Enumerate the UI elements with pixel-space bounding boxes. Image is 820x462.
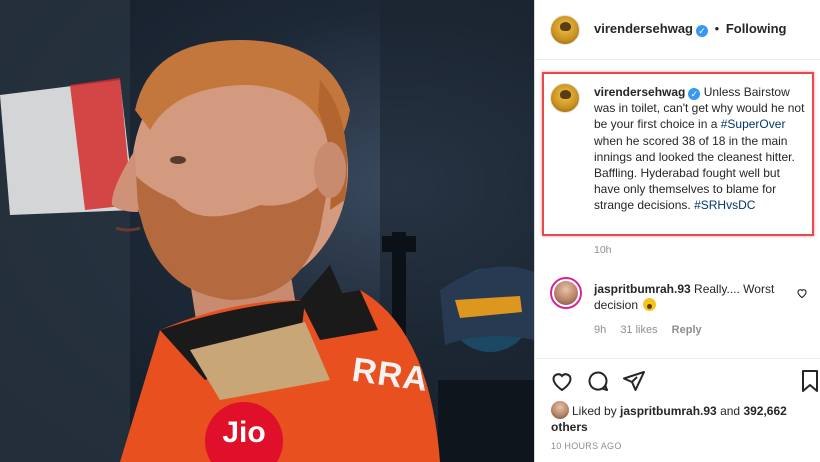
- post-photo: RRA Jio: [0, 0, 534, 462]
- liker-avatar[interactable]: [551, 401, 569, 419]
- bookmark-icon[interactable]: [800, 369, 820, 393]
- instagram-post-panel: virendersehwag ✓ • Following virendersehw…: [534, 0, 820, 462]
- comment-icon[interactable]: [586, 369, 610, 393]
- commenter-username[interactable]: jaspritbumrah.93: [594, 282, 691, 296]
- comment-like-heart-icon[interactable]: [796, 287, 808, 299]
- comment: jaspritbumrah.93 Really.... Worst decisi…: [594, 281, 794, 313]
- post-timestamp[interactable]: 10 HOURS AGO: [551, 441, 622, 451]
- share-icon[interactable]: [622, 369, 646, 393]
- header-username-row: virendersehwag ✓ • Following: [594, 21, 786, 37]
- caption-author-username[interactable]: virendersehwag: [594, 85, 685, 99]
- separator-dot: •: [714, 21, 720, 36]
- heart-icon[interactable]: [550, 369, 574, 393]
- likes-prefix: Liked by: [572, 404, 621, 418]
- caption-timestamp[interactable]: 10h: [594, 244, 612, 256]
- hashtag-link[interactable]: #SRHvsDC: [694, 198, 755, 212]
- author-avatar[interactable]: [550, 15, 580, 45]
- comment-likes-count[interactable]: 31 likes: [620, 324, 657, 336]
- post-header: virendersehwag ✓ • Following: [535, 0, 820, 60]
- likes-summary: Liked by jaspritbumrah.93 and 392,662 ot…: [551, 401, 811, 435]
- photo-illustration: [0, 0, 534, 462]
- caption-author-avatar[interactable]: [550, 83, 580, 113]
- author-username[interactable]: virendersehwag: [594, 21, 693, 36]
- reply-button[interactable]: Reply: [672, 324, 702, 336]
- post-action-bar: [535, 358, 820, 398]
- hashtag-link[interactable]: #SuperOver: [721, 117, 786, 131]
- verified-badge-icon: ✓: [688, 88, 701, 100]
- surprised-emoji-icon: [643, 298, 657, 311]
- verified-badge-icon: ✓: [696, 25, 708, 37]
- comment-meta: 9h 31 likes Reply: [594, 324, 713, 336]
- liker-username[interactable]: jaspritbumrah.93: [620, 404, 717, 418]
- post-caption: virendersehwag ✓ Unless Bairstow was in t…: [594, 84, 808, 214]
- following-button[interactable]: Following: [726, 21, 787, 36]
- likes-conjunction: and: [716, 404, 744, 418]
- commenter-avatar[interactable]: [550, 277, 582, 309]
- comment-timestamp[interactable]: 9h: [594, 324, 606, 336]
